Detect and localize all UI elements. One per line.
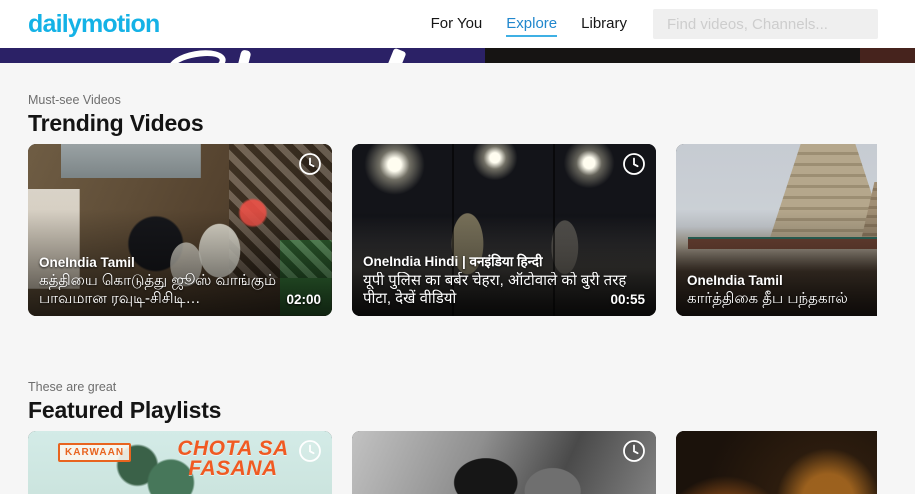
video-card[interactable]: OneIndia Tamil கத்தியை கொடுத்து ஜூஸ் வாங…	[28, 144, 332, 316]
search-input[interactable]	[653, 9, 878, 39]
hero-banner-left	[0, 48, 485, 63]
playlist-thumbnail	[352, 431, 656, 494]
hero-banner-right	[860, 48, 915, 63]
top-nav-bar: dailymotion For You Explore Library	[0, 0, 915, 48]
hero-banner-middle	[485, 48, 860, 63]
featured-playlists-row: KARWAAN CHOTA SA FASANA	[28, 431, 877, 494]
watch-later-icon[interactable]	[298, 439, 322, 463]
playlist-card[interactable]: KARWAAN CHOTA SA FASANA	[28, 431, 332, 494]
hero-banner-clipped[interactable]	[0, 48, 915, 63]
banner-script-glyph	[235, 49, 252, 63]
dailymotion-logo[interactable]: dailymotion	[28, 12, 159, 37]
video-card[interactable]: OneIndia Tamil கார்த்திகை தீப பந்தகால்	[676, 144, 877, 316]
karwaan-logo-art: KARWAAN	[58, 443, 131, 462]
channel-name: OneIndia Hindi | वनइंडिया हिन्दी	[363, 252, 645, 270]
watch-later-icon[interactable]	[622, 152, 646, 176]
video-duration: 00:55	[610, 292, 645, 307]
section-eyebrow: These are great	[28, 380, 915, 395]
nav-tab-for-you[interactable]: For You	[431, 11, 483, 37]
explore-page: Must-see Videos Trending Videos OneIndia…	[0, 63, 915, 494]
playlist-card[interactable]	[352, 431, 656, 494]
video-meta: OneIndia Tamil கார்த்திகை தீப பந்தகால்	[687, 273, 877, 309]
video-title: यूपी पुलिस का बर्बर चेहरा, ऑटोवाले को बु…	[363, 272, 645, 310]
playlist-thumbnail: KARWAAN CHOTA SA FASANA	[28, 431, 332, 494]
featured-playlists-section: These are great Featured Playlists KARWA…	[0, 380, 915, 494]
video-meta: OneIndia Tamil கத்தியை கொடுத்து ஜூஸ் வாங…	[39, 255, 321, 310]
video-title: கத்தியை கொடுத்து ஜூஸ் வாங்கும் பாவமான ரவ…	[39, 272, 321, 310]
nav-tab-library[interactable]: Library	[581, 11, 627, 37]
video-title: கார்த்திகை தீப பந்தகால்	[687, 290, 877, 309]
video-meta: OneIndia Hindi | वनइंडिया हिन्दी यूपी पु…	[363, 252, 645, 310]
section-eyebrow: Must-see Videos	[28, 93, 915, 108]
watch-later-icon[interactable]	[298, 152, 322, 176]
watch-later-icon[interactable]	[622, 439, 646, 463]
main-nav: For You Explore Library	[431, 11, 627, 37]
trending-videos-row: OneIndia Tamil கத்தியை கொடுத்து ஜூஸ் வாங…	[28, 144, 877, 316]
banner-script-glyph	[166, 48, 228, 63]
section-title: Trending Videos	[28, 111, 915, 136]
banner-script-glyph	[382, 48, 406, 63]
channel-name: OneIndia Tamil	[687, 273, 877, 288]
playlist-card[interactable]	[676, 431, 877, 494]
channel-name: OneIndia Tamil	[39, 255, 321, 270]
video-duration: 02:00	[286, 292, 321, 307]
playlist-thumbnail	[676, 431, 877, 494]
nav-tab-explore[interactable]: Explore	[506, 11, 557, 37]
poster-title-art: CHOTA SA FASANA	[148, 439, 318, 479]
video-card[interactable]: OneIndia Hindi | वनइंडिया हिन्दी यूपी पु…	[352, 144, 656, 316]
trending-videos-section: Must-see Videos Trending Videos OneIndia…	[0, 93, 915, 316]
section-title: Featured Playlists	[28, 398, 915, 423]
